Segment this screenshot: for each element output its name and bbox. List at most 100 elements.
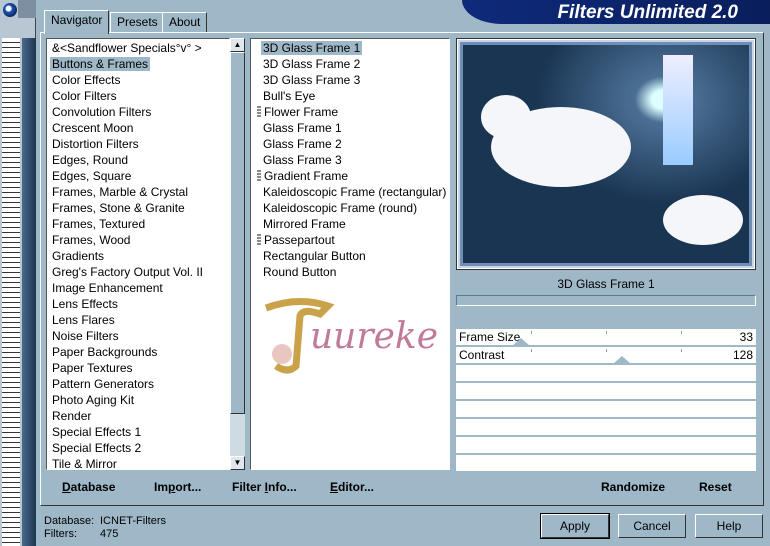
apply-button[interactable]: Apply [540,513,610,539]
window-title: Filters Unlimited 2.0 [462,0,770,24]
filter-label: Glass Frame 1 [263,121,342,135]
filter-info-button[interactable]: Filter Info... [232,480,297,494]
filter-item[interactable]: 3D Glass Frame 2 [251,56,449,72]
category-item[interactable]: Crescent Moon [47,120,229,136]
cancel-button[interactable]: Cancel [618,514,686,538]
reset-button[interactable]: Reset [699,480,732,494]
param-slider[interactable]: Contrast 128 [456,347,756,364]
category-item[interactable]: Frames, Stone & Granite [47,200,229,216]
category-item[interactable]: Lens Flares [47,312,229,328]
param-value[interactable]: 128 [733,347,753,363]
tuureke-watermark-logo: uureke [264,297,438,374]
category-item[interactable]: Color Effects [47,72,229,88]
category-item[interactable]: Special Effects 2 [47,440,229,456]
category-list[interactable]: &<Sandflower Specials°v° > Buttons & Fram… [46,38,230,470]
filter-label: Kaleidoscopic Frame (round) [263,201,418,215]
filter-label: 3D Glass Frame 3 [263,73,361,87]
filter-item[interactable]: Passepartout [251,232,449,248]
category-label: Pattern Generators [52,377,155,391]
category-item[interactable]: Gradients [47,248,229,264]
filter-item[interactable]: Kaleidoscopic Frame (round) [251,200,449,216]
slider-tick [681,349,682,352]
scroll-down-icon[interactable]: ▼ [230,456,245,470]
category-label: Buttons & Frames [50,57,151,71]
filter-item[interactable]: Kaleidoscopic Frame (rectangular) [251,184,449,200]
scroll-thumb[interactable] [230,52,245,414]
param-slider[interactable]: Frame Size 33 [456,329,756,346]
category-item[interactable]: Photo Aging Kit [47,392,229,408]
filter-item[interactable]: Glass Frame 1 [251,120,449,136]
empty-param-row [456,419,756,435]
filter-label: Bull's Eye [263,89,316,103]
editor-button[interactable]: Editor... [330,480,374,494]
filter-label: Passepartout [264,233,335,247]
category-label: Image Enhancement [52,281,163,295]
category-label: Greg's Factory Output Vol. II [52,265,204,279]
category-label: Frames, Marble & Crystal [52,185,189,199]
category-label: Photo Aging Kit [52,393,135,407]
filter-item[interactable]: Round Button [251,264,449,280]
category-item[interactable]: Greg's Factory Output Vol. II [47,264,229,280]
filter-item[interactable]: Mirrored Frame [251,216,449,232]
category-item[interactable]: Frames, Textured [47,216,229,232]
filters-count: 475 [100,528,119,540]
tab-navigator[interactable]: Navigator [44,10,110,34]
category-item[interactable]: Paper Textures [47,360,229,376]
randomize-button[interactable]: Randomize [601,480,665,494]
category-item[interactable]: Tile & Mirror [47,456,229,469]
category-item[interactable]: Render [47,408,229,424]
filter-item[interactable]: Glass Frame 2 [251,136,449,152]
filter-item[interactable]: Rectangular Button [251,248,449,264]
filter-list[interactable]: 3D Glass Frame 1 3D Glass Frame 2 3D Glass… [250,38,450,470]
category-item[interactable]: Image Enhancement [47,280,229,296]
param-value[interactable]: 33 [740,329,753,345]
filter-item[interactable]: 3D Glass Frame 3 [251,72,449,88]
host-app-strip [0,0,36,546]
database-value: ICNET-Filters [100,515,166,527]
app-icon [3,3,17,17]
category-item[interactable]: Pattern Generators [47,376,229,392]
preview-caption: 3D Glass Frame 1 [557,277,655,291]
category-item[interactable]: Edges, Round [47,152,229,168]
category-label: Lens Flares [52,313,115,327]
category-label: Crescent Moon [52,121,134,135]
group-grip-icon [257,170,261,181]
category-item[interactable]: Lens Effects [47,296,229,312]
filter-item[interactable]: Glass Frame 3 [251,152,449,168]
category-item[interactable]: &<Sandflower Specials°v° > [47,40,229,56]
empty-param-row [456,365,756,381]
tab-about[interactable]: About [162,12,208,33]
category-item[interactable]: Color Filters [47,88,229,104]
category-item[interactable]: Frames, Marble & Crystal [47,184,229,200]
help-button[interactable]: Help [695,514,763,538]
category-item[interactable]: Noise Filters [47,328,229,344]
category-item[interactable]: Convolution Filters [47,104,229,120]
filter-label: 3D Glass Frame 1 [261,41,363,55]
category-item[interactable]: Distortion Filters [47,136,229,152]
category-label: Special Effects 2 [52,441,142,455]
filter-item[interactable]: Flower Frame [251,104,449,120]
category-item[interactable]: Edges, Square [47,168,229,184]
filter-item[interactable]: Gradient Frame [251,168,449,184]
slider-thumb-icon[interactable] [612,356,631,364]
category-label: Noise Filters [52,329,119,343]
import-button[interactable]: Import... [154,480,201,494]
category-item[interactable]: Buttons & Frames [47,56,229,72]
empty-param-row [456,383,756,399]
tab-presets[interactable]: Presets [110,12,165,33]
filter-item[interactable]: Bull's Eye [251,88,449,104]
database-button[interactable]: Database [62,480,115,494]
category-item[interactable]: Paper Backgrounds [47,344,229,360]
category-item[interactable]: Special Effects 1 [47,424,229,440]
category-item[interactable]: Frames, Wood [47,232,229,248]
empty-param-row [456,455,756,471]
category-label: Frames, Stone & Granite [52,201,185,215]
slider-tick [606,331,607,334]
category-scrollbar[interactable]: ▲ ▼ [230,38,245,470]
slider-thumb-icon[interactable] [511,338,530,346]
filter-item[interactable]: 3D Glass Frame 1 [251,40,449,56]
scroll-up-icon[interactable]: ▲ [230,38,245,52]
category-label: Color Effects [52,73,121,87]
empty-param-row [456,401,756,417]
filters-label: Filters: [44,528,77,540]
